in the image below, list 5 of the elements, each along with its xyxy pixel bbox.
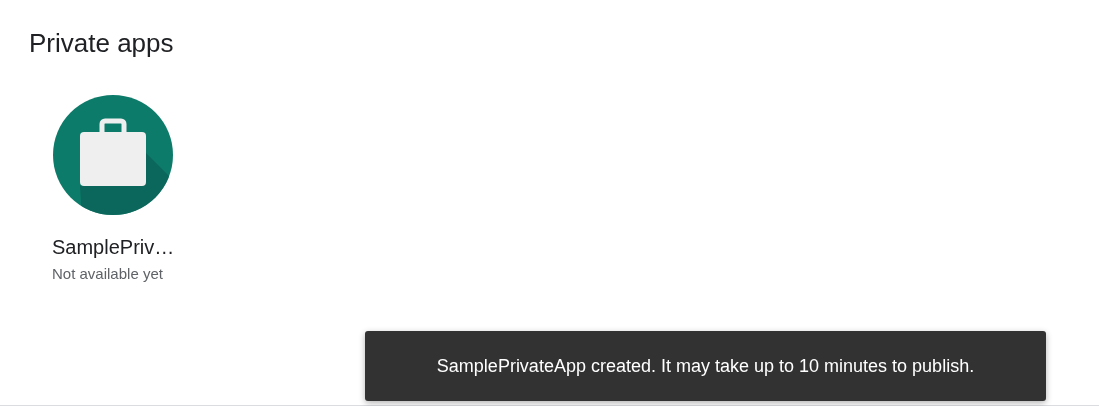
app-name[interactable]: SamplePriv…	[52, 236, 175, 259]
section-title: Private apps	[29, 27, 175, 60]
briefcase-app-icon[interactable]	[52, 94, 174, 216]
app-status: Not available yet	[52, 265, 163, 282]
snackbar-message: SamplePrivateApp created. It may take up to 10 minutes to publish.	[365, 331, 1046, 401]
